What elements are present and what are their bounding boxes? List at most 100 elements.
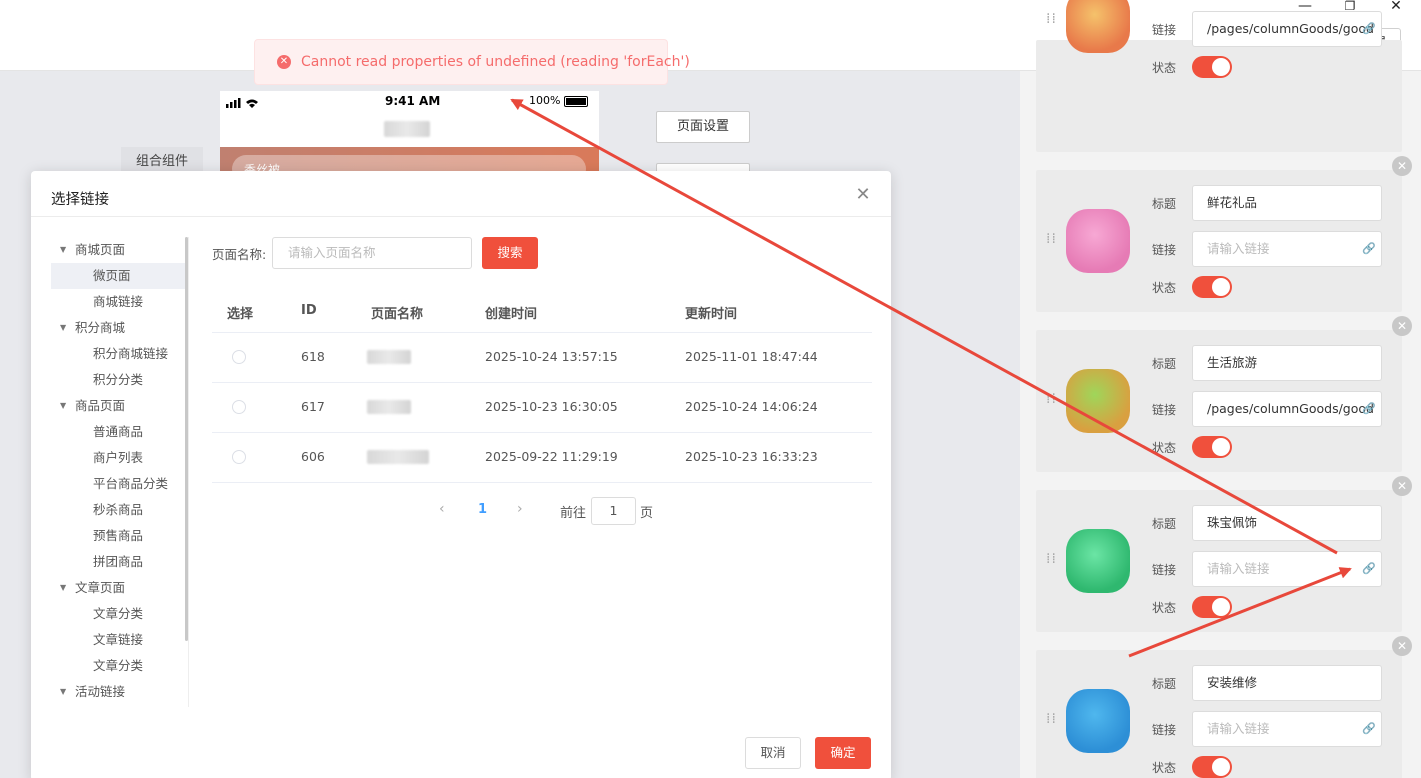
row-radio[interactable] — [232, 450, 246, 464]
pager-prev-icon[interactable]: ‹ — [439, 501, 445, 517]
caret-down-icon[interactable]: ▼ — [60, 575, 66, 601]
drag-handle-icon[interactable]: ⁞⁞ — [1046, 552, 1056, 571]
tree-label: 商品页面 — [75, 398, 126, 413]
pager-goto-label: 前往 — [560, 506, 587, 521]
error-circle-icon: ✕ — [277, 55, 291, 69]
cell-name-blurred — [367, 400, 411, 414]
tree-label: 商户列表 — [93, 450, 144, 465]
cell-id: 606 — [301, 449, 325, 464]
link-input[interactable]: 请输入链接 — [1192, 231, 1382, 267]
page-name-label: 页面名称: — [212, 247, 267, 262]
caret-down-icon[interactable]: ▼ — [60, 393, 66, 419]
title-input[interactable]: 安装维修 — [1192, 665, 1382, 701]
tree-group[interactable]: ▼ 文章页面 — [51, 575, 185, 601]
phone-battery-text: 100% — [529, 94, 561, 107]
row-radio[interactable] — [232, 400, 246, 414]
battery-icon — [564, 96, 588, 107]
caret-down-icon[interactable]: ▼ — [60, 315, 66, 341]
tree-label: 微页面 — [93, 268, 131, 283]
table-row-divider — [212, 432, 872, 433]
status-switch[interactable] — [1192, 436, 1232, 458]
col-header-select: 选择 — [227, 307, 254, 322]
pager-page-suffix: 页 — [640, 506, 654, 521]
tree-group[interactable]: ▼ 商品页面 — [51, 393, 185, 419]
tree-label: 商城链接 — [93, 294, 144, 309]
tree-item[interactable]: 文章分类 — [51, 601, 185, 627]
tree-group[interactable]: ▼ 积分商城 — [51, 315, 185, 341]
tree-item[interactable]: 平台商品分类 — [51, 471, 185, 497]
card-remove-icon[interactable]: ✕ — [1392, 316, 1412, 336]
tree-group[interactable]: ▼ 商城页面 — [51, 237, 185, 263]
link-input[interactable]: /pages/columnGoods/good — [1192, 11, 1382, 47]
link-input[interactable]: /pages/columnGoods/good — [1192, 391, 1382, 427]
tree-item[interactable]: 商户列表 — [51, 445, 185, 471]
tree-item[interactable]: 文章分类 — [51, 653, 185, 679]
page-setting-button[interactable]: 页面设置 — [656, 111, 750, 143]
tree-item[interactable]: 积分商城链接 — [51, 341, 185, 367]
tree-item[interactable]: 商城链接 — [51, 289, 185, 315]
tree-label: 积分分类 — [93, 372, 144, 387]
link-category-tree: ▼ 商城页面微页面商城链接 ▼ 积分商城 积分商城链接积分分类 ▼ 商品页面普通商品商户列表… — [51, 237, 185, 707]
link-icon[interactable]: 🔗 — [1362, 402, 1376, 416]
signal-icon — [226, 97, 260, 112]
card-remove-icon[interactable]: ✕ — [1392, 156, 1412, 176]
status-switch[interactable] — [1192, 276, 1232, 298]
cell-name-blurred — [367, 450, 429, 464]
flowers-thumbnail[interactable] — [1066, 209, 1130, 273]
col-header-id: ID — [301, 303, 317, 318]
toolbox-thumbnail[interactable] — [1066, 689, 1130, 753]
cancel-button[interactable]: 取消 — [745, 737, 801, 769]
caret-down-icon[interactable]: ▼ — [60, 237, 66, 263]
cell-id: 618 — [301, 349, 325, 364]
drag-handle-icon[interactable]: ⁞⁞ — [1046, 712, 1056, 731]
pager-current-page[interactable]: 1 — [478, 502, 487, 517]
col-header-updated: 更新时间 — [685, 307, 738, 322]
link-icon[interactable]: 🔗 — [1362, 22, 1376, 36]
title-label: 标题 — [1152, 677, 1177, 691]
travel-house-thumbnail[interactable] — [1066, 369, 1130, 433]
drag-handle-icon[interactable]: ⁞⁞ — [1046, 12, 1056, 31]
tree-item[interactable]: 普通商品 — [51, 419, 185, 445]
tree-label: 秒杀商品 — [93, 502, 144, 517]
card-remove-icon[interactable]: ✕ — [1392, 476, 1412, 496]
title-input[interactable]: 珠宝佩饰 — [1192, 505, 1382, 541]
card-remove-icon[interactable]: ✕ — [1392, 636, 1412, 656]
tree-item[interactable]: 文章链接 — [51, 627, 185, 653]
tree-label: 预售商品 — [93, 528, 144, 543]
link-input[interactable]: 请输入链接 — [1192, 711, 1382, 747]
link-input[interactable]: 请输入链接 — [1192, 551, 1382, 587]
dialog-divider — [31, 216, 891, 217]
pager-next-icon[interactable]: › — [517, 501, 523, 517]
link-icon[interactable]: 🔗 — [1362, 242, 1376, 256]
page-name-search-input[interactable]: 请输入页面名称 — [272, 237, 472, 269]
status-switch[interactable] — [1192, 596, 1232, 618]
search-button[interactable]: 搜索 — [482, 237, 538, 269]
title-input[interactable]: 生活旅游 — [1192, 345, 1382, 381]
dialog-close-icon[interactable]: ✕ — [853, 185, 873, 205]
table-row-divider — [212, 382, 872, 383]
link-icon[interactable]: 🔗 — [1362, 722, 1376, 736]
confirm-button[interactable]: 确定 — [815, 737, 871, 769]
title-label: 标题 — [1152, 357, 1177, 371]
tree-item[interactable]: 微页面 — [51, 263, 185, 289]
link-icon[interactable]: 🔗 — [1362, 562, 1376, 576]
tree-item[interactable]: 拼团商品 — [51, 549, 185, 575]
col-header-created: 创建时间 — [485, 307, 538, 322]
tree-group[interactable]: ▼ 活动链接 — [51, 679, 185, 705]
status-switch[interactable] — [1192, 56, 1232, 78]
toy-train-thumbnail[interactable] — [1066, 0, 1130, 53]
caret-down-icon[interactable]: ▼ — [60, 679, 66, 705]
window-close-icon[interactable]: ✕ — [1381, 0, 1411, 16]
tree-item[interactable]: 积分分类 — [51, 367, 185, 393]
tree-label: 平台商品分类 — [93, 476, 169, 491]
tree-item[interactable]: 秒杀商品 — [51, 497, 185, 523]
tree-item[interactable]: 预售商品 — [51, 523, 185, 549]
drag-handle-icon[interactable]: ⁞⁞ — [1046, 232, 1056, 251]
drag-handle-icon[interactable]: ⁞⁞ — [1046, 392, 1056, 411]
jade-pendant-thumbnail[interactable] — [1066, 529, 1130, 593]
row-radio[interactable] — [232, 350, 246, 364]
pager-goto-input[interactable]: 1 — [591, 497, 636, 525]
status-switch[interactable] — [1192, 756, 1232, 778]
table-row-divider — [212, 482, 872, 483]
title-input[interactable]: 鲜花礼品 — [1192, 185, 1382, 221]
